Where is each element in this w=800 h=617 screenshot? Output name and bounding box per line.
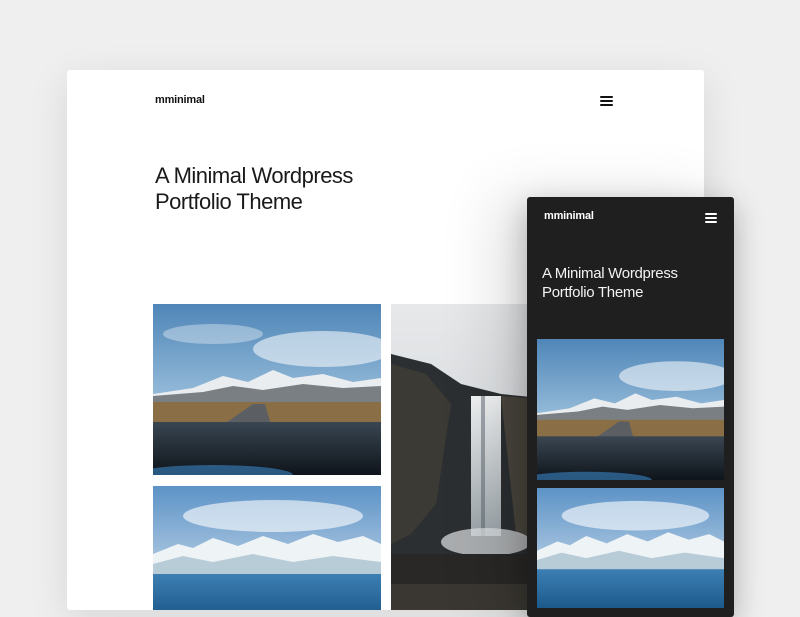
page-title-line-1: A Minimal Wordpress: [542, 265, 678, 282]
portfolio-photo-icebergs[interactable]: [537, 488, 724, 608]
page-title-line-2: Portfolio Theme: [542, 284, 644, 301]
portfolio-photo-mountain-road[interactable]: [537, 339, 724, 480]
site-logo[interactable]: mminimal: [155, 94, 205, 106]
site-logo[interactable]: mminimal: [544, 210, 594, 222]
hamburger-menu-icon[interactable]: [705, 213, 717, 223]
page-title-line-2: Portfolio Theme: [155, 189, 303, 214]
mobile-preview-window: mminimal A Minimal Wordpress Portfolio T…: [527, 197, 734, 617]
hamburger-menu-icon[interactable]: [600, 96, 613, 106]
page-title: A Minimal Wordpress Portfolio Theme: [542, 264, 722, 302]
portfolio-photo-icebergs[interactable]: [153, 486, 381, 610]
page-title: A Minimal Wordpress Portfolio Theme: [155, 163, 455, 215]
portfolio-photo-mountain-road[interactable]: [153, 304, 381, 475]
page-title-line-1: A Minimal Wordpress: [155, 163, 353, 188]
